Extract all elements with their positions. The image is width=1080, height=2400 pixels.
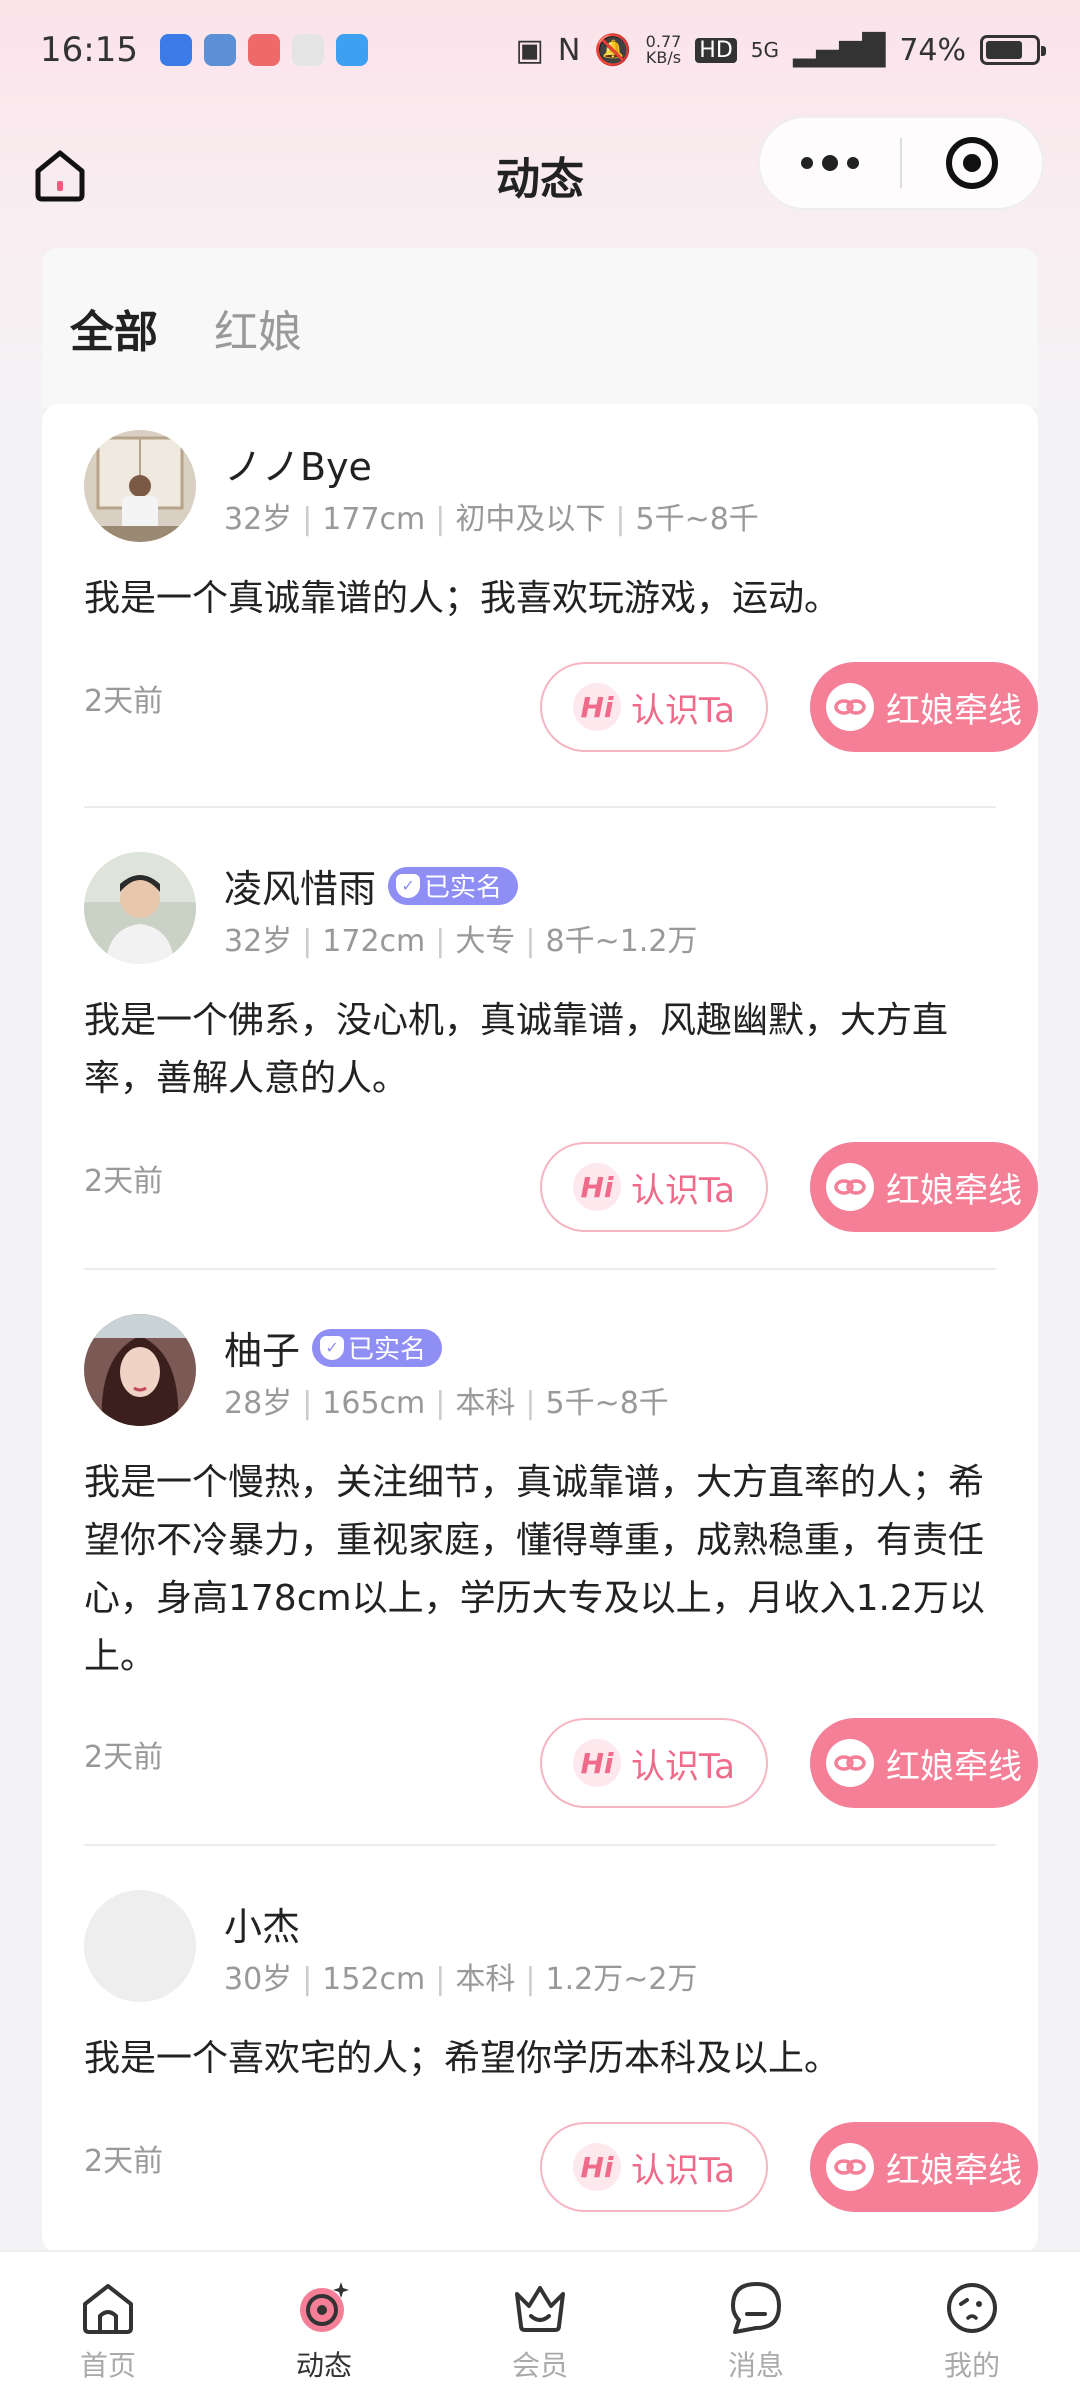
battery-percent: 74% — [899, 32, 966, 68]
shield-check-icon: ✓ — [396, 873, 421, 898]
status-time: 16:15 — [40, 30, 138, 70]
post-time: 2天前 — [84, 1164, 164, 1199]
post-time: 2天前 — [84, 2144, 164, 2179]
user-profile-summary: 32岁 | 172cm | 大专 | 8千~1.2万 — [224, 924, 698, 959]
post-time: 2天前 — [84, 1740, 164, 1775]
more-dot-icon — [801, 157, 813, 169]
name-row: ノノBye — [224, 436, 372, 491]
bottom-tab-bar: 首页 动态 会员 消息 我的 — [0, 2250, 1080, 2400]
nfc-icon: N — [557, 32, 581, 68]
target-icon — [945, 137, 998, 189]
signal-icon: ▂▄▆█ — [793, 32, 886, 68]
status-bar: 16:15 ▣ N 🔕 0.77 KB/s HD 5G ▂▄▆█ 74% — [0, 0, 1080, 100]
post-content: 我是一个真诚靠谱的人；我喜欢玩游戏，运动。 — [84, 578, 841, 619]
battery-icon — [980, 35, 1046, 65]
user-name[interactable]: 凌风惜雨 — [224, 858, 376, 913]
feed-tabs: 全部 红娘 — [42, 248, 1038, 408]
status-indicators: ▣ N 🔕 0.77 KB/s HD 5G ▂▄▆█ 74% — [515, 32, 1046, 68]
tab-messages[interactable]: 消息 — [648, 2252, 864, 2400]
user-profile-summary: 32岁 | 177cm | 初中及以下 | 5千~8千 — [224, 502, 759, 537]
tab-vip[interactable]: 会员 — [432, 2252, 648, 2400]
avatar[interactable] — [84, 1314, 196, 1426]
user-profile-summary: 28岁 | 165cm | 本科 | 5千~8千 — [224, 1386, 669, 1421]
name-row: 凌风惜雨 ✓ 已实名 — [224, 858, 519, 913]
crown-icon — [515, 2286, 565, 2332]
profile-icon — [947, 2283, 997, 2333]
hi-icon: Hi — [573, 683, 621, 731]
link-icon — [826, 1163, 874, 1211]
matchmaker-button[interactable]: 红娘牵线 — [810, 2122, 1038, 2212]
link-icon — [826, 1739, 874, 1787]
verified-badge: ✓ 已实名 — [312, 1328, 443, 1367]
hi-icon: Hi — [573, 1739, 621, 1787]
divider — [84, 806, 996, 808]
user-name[interactable]: ノノBye — [224, 436, 372, 491]
post-content: 我是一个佛系，没心机，真诚靠谱，风趣幽默，大方直率，善解人意的人。 — [84, 1000, 949, 1099]
more-dot-icon — [847, 157, 859, 169]
net-speed: 0.77 KB/s — [645, 32, 682, 67]
app-notification-icon — [159, 34, 192, 66]
network-indicator: 5G — [750, 38, 780, 62]
post-content: 我是一个慢热，关注细节，真诚靠谱，大方直率的人；希望你不冷暴力，重视家庭，懂得尊… — [84, 1462, 985, 1677]
more-button[interactable] — [760, 118, 900, 208]
moments-icon — [300, 2282, 349, 2332]
mini-program-capsule — [758, 116, 1044, 210]
user-name[interactable]: 小杰 — [224, 1896, 300, 1951]
post-time: 2天前 — [84, 684, 164, 719]
tab-home[interactable]: 首页 — [0, 2252, 216, 2400]
message-icon — [731, 2282, 781, 2334]
divider — [84, 1844, 996, 1846]
cloud-notification-icon — [203, 34, 236, 66]
notification-icons — [159, 34, 368, 66]
hi-icon: Hi — [573, 1163, 621, 1211]
more-dot-icon — [822, 155, 838, 171]
meet-button[interactable]: Hi 认识Ta — [540, 2122, 768, 2212]
tab-matchmaker[interactable]: 红娘 — [214, 296, 302, 360]
copy-icon: ▣ — [515, 32, 544, 68]
nav-bar: 动态 — [0, 110, 1080, 240]
avatar[interactable] — [84, 1890, 196, 2002]
mute-icon: 🔕 — [594, 32, 632, 68]
name-row: 小杰 — [224, 1896, 300, 1951]
matchmaker-button[interactable]: 红娘牵线 — [810, 662, 1038, 752]
page-title: 动态 — [496, 154, 584, 205]
circle-notification-icon — [291, 34, 324, 66]
tab-moments[interactable]: 动态 — [216, 2252, 432, 2400]
user-profile-summary: 30岁 | 152cm | 本科 | 1.2万~2万 — [224, 1962, 698, 1997]
calendar-notification-icon — [247, 34, 280, 66]
shield-check-icon: ✓ — [320, 1335, 345, 1360]
avatar[interactable] — [84, 430, 196, 542]
feed-list: ノノBye 32岁 | 177cm | 初中及以下 | 5千~8千 我是一个真诚靠谱的人；我… — [42, 404, 1038, 2254]
home-button[interactable] — [30, 145, 90, 205]
meet-button[interactable]: Hi 认识Ta — [540, 1142, 768, 1232]
post-card[interactable]: ノノBye 32岁 | 177cm | 初中及以下 | 5千~8千 我是一个真诚靠谱的人；我… — [84, 430, 1038, 820]
name-row: 柚子 ✓ 已实名 — [224, 1320, 443, 1375]
hd-indicator: HD — [695, 37, 737, 63]
tab-all[interactable]: 全部 — [70, 296, 158, 364]
close-button[interactable] — [902, 118, 1042, 208]
tab-profile[interactable]: 我的 — [864, 2252, 1080, 2400]
home-icon — [83, 2284, 133, 2334]
divider — [84, 1268, 996, 1270]
clipboard-notification-icon — [335, 34, 368, 66]
meet-button[interactable]: Hi 认识Ta — [540, 1718, 768, 1808]
link-icon — [826, 683, 874, 731]
matchmaker-button[interactable]: 红娘牵线 — [810, 1142, 1038, 1232]
verified-badge: ✓ 已实名 — [388, 866, 519, 905]
post-card[interactable]: 柚子 ✓ 已实名 28岁 | 165cm | 本科 | 5千~8千 我是一个慢热，关注细节，… — [84, 1314, 1038, 1854]
post-content: 我是一个喜欢宅的人；希望你学历本科及以上。 — [84, 2038, 841, 2079]
meet-button[interactable]: Hi 认识Ta — [540, 662, 768, 752]
matchmaker-button[interactable]: 红娘牵线 — [810, 1718, 1038, 1808]
post-card[interactable]: 小杰 30岁 | 152cm | 本科 | 1.2万~2万 我是一个喜欢宅的人；希望你学历本… — [84, 1890, 1038, 2250]
hi-icon: Hi — [573, 2143, 621, 2191]
link-icon — [826, 2143, 874, 2191]
post-card[interactable]: 凌风惜雨 ✓ 已实名 32岁 | 172cm | 大专 | 8千~1.2万 我是一个佛系，没… — [84, 852, 1038, 1282]
user-name[interactable]: 柚子 — [224, 1320, 300, 1375]
avatar[interactable] — [84, 852, 196, 964]
